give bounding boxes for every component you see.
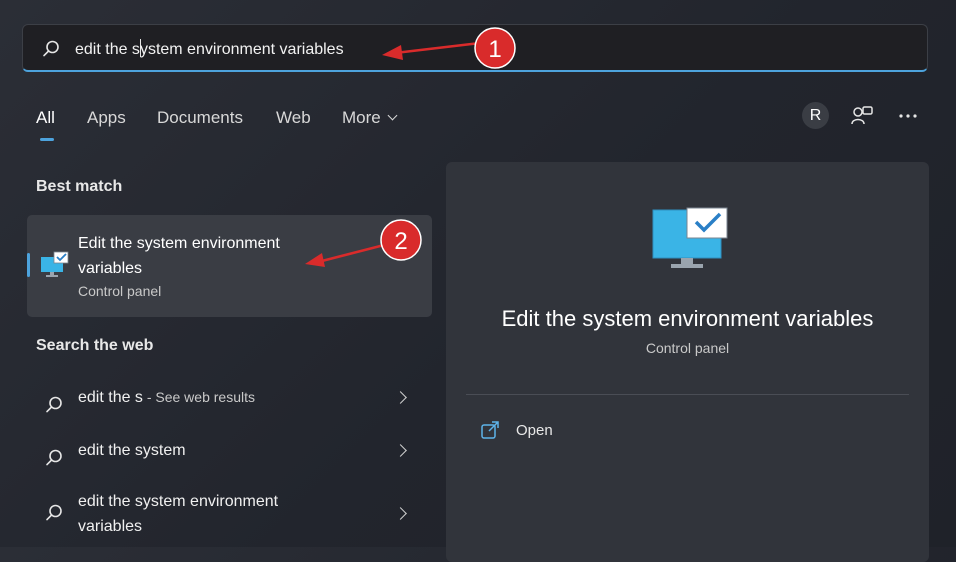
preview-panel: Edit the system environment variables Co… <box>446 162 929 562</box>
search-icon <box>46 396 62 413</box>
tab-apps[interactable]: Apps <box>87 108 126 128</box>
tab-apps-label: Apps <box>87 108 126 127</box>
search-input[interactable]: edit the system environment variables <box>75 39 344 59</box>
search-bar[interactable]: edit the system environment variables <box>22 24 928 72</box>
search-icon <box>46 449 62 466</box>
ellipsis-icon[interactable] <box>896 104 920 128</box>
web-result-query: edit the s <box>78 389 143 406</box>
search-value-after-caret: ystem environment variables <box>139 41 344 58</box>
selection-indicator <box>27 253 30 277</box>
search-icon <box>46 504 62 521</box>
tab-all[interactable]: All <box>36 108 55 128</box>
web-result-text: edit the system environment variables <box>78 493 279 535</box>
web-result-text: edit the s - See web results <box>78 385 368 410</box>
search-value-before-caret: edit the s <box>75 41 140 58</box>
avatar[interactable]: R <box>802 102 829 129</box>
best-match-title: Edit the system environment variables <box>78 235 280 277</box>
open-label: Open <box>516 422 553 439</box>
tab-documents[interactable]: Documents <box>157 108 243 128</box>
divider <box>466 394 909 395</box>
web-result-row[interactable]: edit the s - See web results <box>36 385 416 425</box>
chevron-right-icon <box>394 507 407 520</box>
tab-web-label: Web <box>276 108 311 127</box>
best-match-subtitle: Control panel <box>78 283 162 299</box>
tab-more-label: More <box>342 108 381 127</box>
monitor-check-icon <box>41 251 69 277</box>
open-action[interactable]: Open <box>480 420 680 444</box>
search-icon <box>43 40 59 57</box>
web-result-suffix: - See web results <box>142 389 255 405</box>
search-web-heading: Search the web <box>36 337 154 354</box>
monitor-check-icon <box>652 207 728 268</box>
chevron-right-icon <box>394 444 407 457</box>
chevron-down-icon <box>387 110 398 121</box>
web-result-row[interactable]: edit the system <box>36 438 416 478</box>
best-match-result[interactable]: Edit the system environment variables Co… <box>27 215 432 317</box>
active-tab-indicator <box>40 138 54 141</box>
open-external-icon <box>481 421 499 439</box>
preview-title: Edit the system environment variables <box>501 306 874 331</box>
tab-all-label: All <box>36 108 55 127</box>
web-result-text: edit the system <box>78 442 186 459</box>
web-result-row[interactable]: edit the system environment variables <box>36 489 416 541</box>
best-match-heading: Best match <box>36 178 123 195</box>
tab-documents-label: Documents <box>157 108 243 127</box>
chevron-right-icon <box>394 391 407 404</box>
tab-web[interactable]: Web <box>276 108 311 128</box>
tab-more[interactable]: More <box>342 108 398 128</box>
people-icon[interactable] <box>850 104 874 128</box>
preview-subtitle: Control panel <box>645 340 730 356</box>
